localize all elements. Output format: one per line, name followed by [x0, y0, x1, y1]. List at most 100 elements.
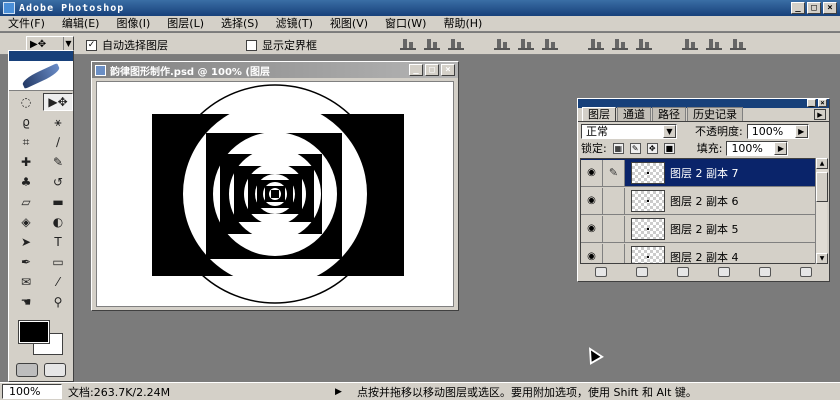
distribute-vertical-center-icon[interactable]: [612, 37, 628, 50]
lock-transparency-icon[interactable]: ▦: [612, 142, 624, 154]
menu-help[interactable]: 帮助(H): [443, 17, 482, 31]
hand-icon[interactable]: ☚: [11, 293, 41, 311]
quick-mask-mode-button[interactable]: [44, 363, 66, 377]
tab-channels[interactable]: 通道: [617, 107, 651, 121]
align-horizontal-center-icon[interactable]: [518, 37, 534, 50]
align-bottom-icon[interactable]: [448, 37, 464, 50]
clone-stamp-icon[interactable]: ♣: [11, 173, 41, 191]
tab-paths[interactable]: 路径: [652, 107, 686, 121]
auto-select-checkbox[interactable]: ✓: [86, 39, 97, 51]
menu-layer[interactable]: 图层(L): [167, 17, 204, 31]
tab-history[interactable]: 历史记录: [687, 107, 743, 121]
eye-icon[interactable]: ◉: [581, 243, 603, 263]
palette-minimize-button[interactable]: _: [807, 99, 816, 107]
scroll-down-icon[interactable]: ▼: [816, 253, 828, 264]
show-bounding-box-checkbox[interactable]: [246, 39, 257, 51]
menu-filter[interactable]: 滤镜(T): [276, 17, 313, 31]
layer-link-slot[interactable]: [603, 243, 625, 263]
slice-icon[interactable]: ∕: [43, 133, 73, 151]
lasso-icon[interactable]: ϱ: [11, 113, 41, 131]
blur-icon[interactable]: ◈: [11, 213, 41, 231]
color-swatches: [9, 317, 73, 359]
document-maximize-button[interactable]: □: [425, 64, 439, 76]
layer-link-slot[interactable]: [603, 215, 625, 242]
layer-name: 图层 2 副本 7: [670, 166, 739, 180]
tab-layers[interactable]: 图层: [582, 107, 616, 121]
foreground-color-swatch[interactable]: [18, 320, 50, 344]
layer-row[interactable]: ◉ 图层 2 副本 6: [581, 187, 815, 215]
menu-edit[interactable]: 编辑(E): [62, 17, 100, 31]
path-selection-icon[interactable]: ➤: [11, 233, 41, 251]
distribute-bottom-icon[interactable]: [636, 37, 652, 50]
scroll-up-icon[interactable]: ▲: [816, 158, 828, 169]
eye-icon[interactable]: ◉: [581, 159, 603, 186]
menu-image[interactable]: 图像(I): [116, 17, 150, 31]
minimize-button[interactable]: _: [791, 2, 805, 14]
distribute-horizontal-center-icon[interactable]: [706, 37, 722, 50]
eye-icon[interactable]: ◉: [581, 187, 603, 214]
brush-icon[interactable]: ✎: [603, 159, 625, 186]
status-menu-arrow-icon[interactable]: ▶: [335, 387, 349, 397]
distribute-left-icon[interactable]: [682, 37, 698, 50]
eraser-icon[interactable]: ▱: [11, 193, 41, 211]
distribute-right-icon[interactable]: [730, 37, 746, 50]
menu-window[interactable]: 窗口(W): [385, 17, 426, 31]
align-left-icon[interactable]: [494, 37, 510, 50]
fill-input[interactable]: 100% ▶: [726, 140, 789, 156]
layer-row[interactable]: ◉ 图层 2 副本 5: [581, 215, 815, 243]
new-layer-icon[interactable]: [759, 267, 772, 277]
standard-mode-button[interactable]: [16, 363, 38, 377]
rectangle-shape-icon[interactable]: ▭: [43, 253, 73, 271]
palette-menu-icon[interactable]: ▶: [814, 109, 826, 120]
document-title-bar[interactable]: 韵律图形制作.psd @ 100% (图层 _ □ ×: [92, 62, 458, 78]
magic-wand-icon[interactable]: ⚹: [43, 113, 73, 131]
align-top-icon[interactable]: [400, 37, 416, 50]
eyedropper-icon[interactable]: ⁄: [43, 273, 73, 291]
healing-brush-icon[interactable]: ✚: [11, 153, 41, 171]
document-canvas[interactable]: [96, 81, 454, 307]
lock-all-icon[interactable]: ■: [663, 142, 675, 154]
history-brush-icon[interactable]: ↺: [43, 173, 73, 191]
palette-close-button[interactable]: ×: [818, 99, 827, 107]
align-vertical-center-icon[interactable]: [424, 37, 440, 50]
app-title-bar: Adobe Photoshop _ □ ×: [0, 0, 840, 16]
layer-style-icon[interactable]: [594, 267, 607, 277]
document-minimize-button[interactable]: _: [409, 64, 423, 76]
layer-mask-icon[interactable]: [635, 267, 648, 277]
adobe-feather-logo[interactable]: [9, 61, 73, 91]
marquee-icon[interactable]: ◌: [11, 93, 41, 111]
type-icon[interactable]: T: [43, 233, 73, 251]
eye-icon[interactable]: ◉: [581, 215, 603, 242]
align-right-icon[interactable]: [542, 37, 558, 50]
brush-icon[interactable]: ✎: [43, 153, 73, 171]
opacity-input[interactable]: 100% ▶: [746, 123, 809, 139]
pen-icon[interactable]: ✒: [11, 253, 41, 271]
layer-row[interactable]: ◉ ✎ 图层 2 副本 7: [581, 159, 815, 187]
toolbox-title-bar[interactable]: [9, 51, 73, 61]
new-set-icon[interactable]: [676, 267, 689, 277]
menu-view[interactable]: 视图(V): [330, 17, 368, 31]
document-size-info[interactable]: 文档:263.7K/2.24M: [68, 384, 313, 400]
distribute-top-icon[interactable]: [588, 37, 604, 50]
zoom-icon[interactable]: ⚲: [43, 293, 73, 311]
layer-link-slot[interactable]: [603, 187, 625, 214]
trash-icon[interactable]: [800, 267, 813, 277]
notes-icon[interactable]: ✉: [11, 273, 41, 291]
layer-list-scrollbar[interactable]: ▲ ▼: [815, 158, 828, 264]
menu-select[interactable]: 选择(S): [221, 17, 259, 31]
lock-position-icon[interactable]: ✥: [646, 142, 658, 154]
layer-row[interactable]: ◉ 图层 2 副本 4: [581, 243, 815, 263]
dodge-icon[interactable]: ◐: [43, 213, 73, 231]
close-button[interactable]: ×: [823, 2, 837, 14]
maximize-button[interactable]: □: [807, 2, 821, 14]
scroll-thumb[interactable]: [816, 172, 828, 202]
zoom-level-field[interactable]: 100%: [2, 384, 62, 399]
adjustment-layer-icon[interactable]: [718, 267, 731, 277]
gradient-icon[interactable]: ▬: [43, 193, 73, 211]
lock-image-icon[interactable]: ✎: [629, 142, 641, 154]
menu-file[interactable]: 文件(F): [8, 17, 45, 31]
move-icon[interactable]: ▶✥: [43, 93, 73, 111]
blend-mode-select[interactable]: 正常 ▼: [581, 123, 677, 139]
crop-icon[interactable]: ⌗: [11, 133, 41, 151]
document-close-button[interactable]: ×: [441, 64, 455, 76]
